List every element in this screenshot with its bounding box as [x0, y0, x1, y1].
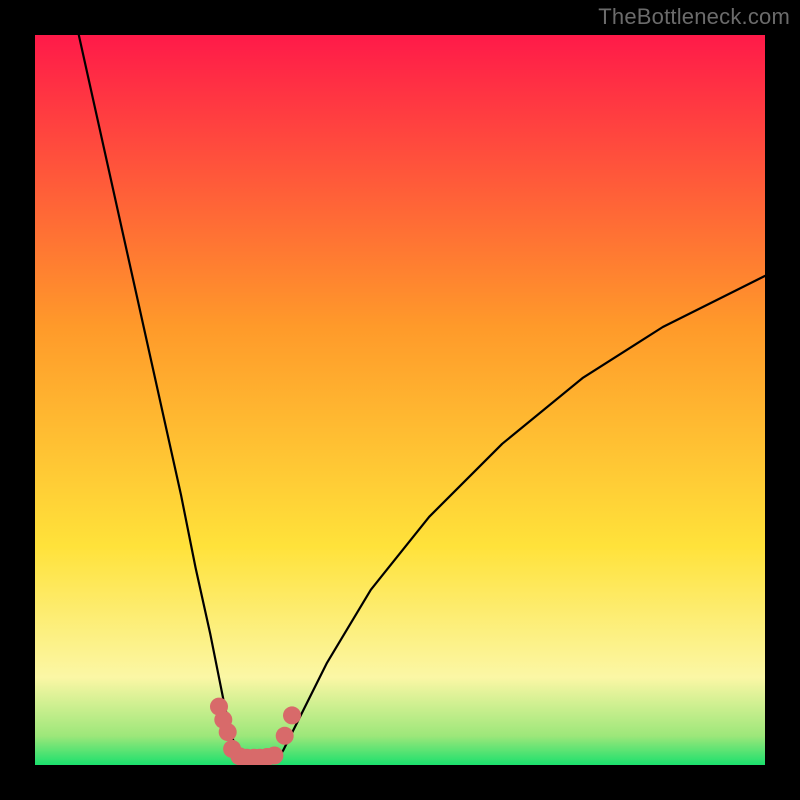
watermark-text: TheBottleneck.com	[598, 4, 790, 30]
marker-dot	[283, 706, 301, 724]
marker-dot	[276, 727, 294, 745]
plot-area	[35, 35, 765, 765]
chart-frame: TheBottleneck.com	[0, 0, 800, 800]
gradient-background	[35, 35, 765, 765]
marker-dot	[219, 723, 237, 741]
marker-dot	[265, 747, 283, 765]
bottleneck-curve-chart	[35, 35, 765, 765]
